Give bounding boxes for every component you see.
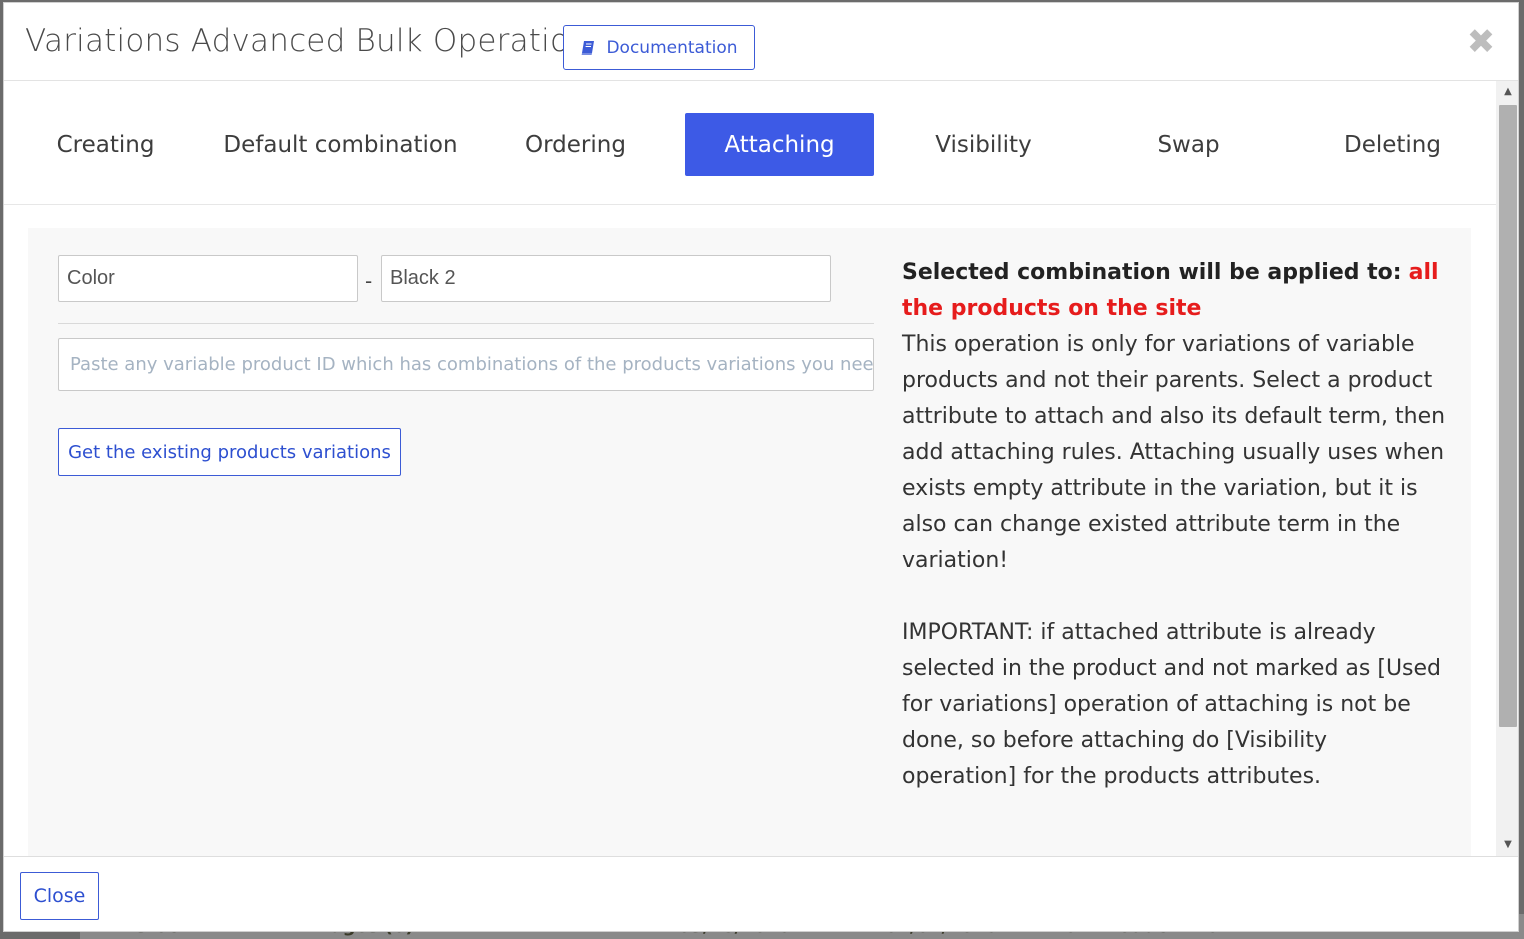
tab-visibility[interactable]: Visibility <box>906 113 1061 176</box>
tab-creating[interactable]: Creating <box>28 113 183 176</box>
tab-default-combination[interactable]: Default combination <box>213 113 468 176</box>
divider <box>58 323 874 324</box>
attribute-term-separator: - <box>365 269 373 293</box>
scroll-up-icon[interactable]: ▲ <box>1496 81 1518 103</box>
documentation-button[interactable]: Documentation <box>563 25 755 70</box>
scroll-down-icon[interactable]: ▼ <box>1496 834 1518 856</box>
tab-swap[interactable]: Swap <box>1111 113 1266 176</box>
modal-header: Variations Advanced Bulk Operations - Do… <box>4 3 1518 81</box>
operation-description: This operation is only for variations of… <box>902 332 1446 573</box>
close-icon[interactable]: ✖ <box>1466 25 1496 59</box>
modal-scrollbar[interactable]: ▲ ▼ <box>1496 81 1518 856</box>
product-id-input[interactable]: Paste any variable product ID which has … <box>58 338 874 391</box>
scroll-thumb[interactable] <box>1499 105 1517 727</box>
operation-info: Selected combination will be applied to:… <box>902 255 1447 795</box>
attribute-select[interactable]: Color <box>58 255 358 302</box>
important-note: IMPORTANT: if attached attribute is alre… <box>902 620 1442 789</box>
tab-ordering[interactable]: Ordering <box>498 113 653 176</box>
tab-attaching[interactable]: Attaching <box>685 113 874 176</box>
book-icon <box>582 40 595 55</box>
operation-tabs: Creating Default combination Ordering At… <box>4 81 1496 205</box>
attaching-panel: Color - Black 2 Paste any variable produ… <box>28 228 1471 856</box>
bulk-operations-modal: Variations Advanced Bulk Operations - Do… <box>3 2 1519 932</box>
documentation-label: Documentation <box>606 37 738 58</box>
modal-title: Variations Advanced Bulk Operations - <box>25 23 627 59</box>
modal-footer: Close <box>4 856 1518 931</box>
applied-prefix: Selected combination will be applied to: <box>902 260 1402 285</box>
close-button[interactable]: Close <box>20 872 99 920</box>
term-select[interactable]: Black 2 <box>381 255 831 302</box>
get-variations-button[interactable]: Get the existing products variations <box>58 428 401 476</box>
modal-body: Creating Default combination Ordering At… <box>4 81 1496 856</box>
tab-deleting[interactable]: Deleting <box>1315 113 1470 176</box>
